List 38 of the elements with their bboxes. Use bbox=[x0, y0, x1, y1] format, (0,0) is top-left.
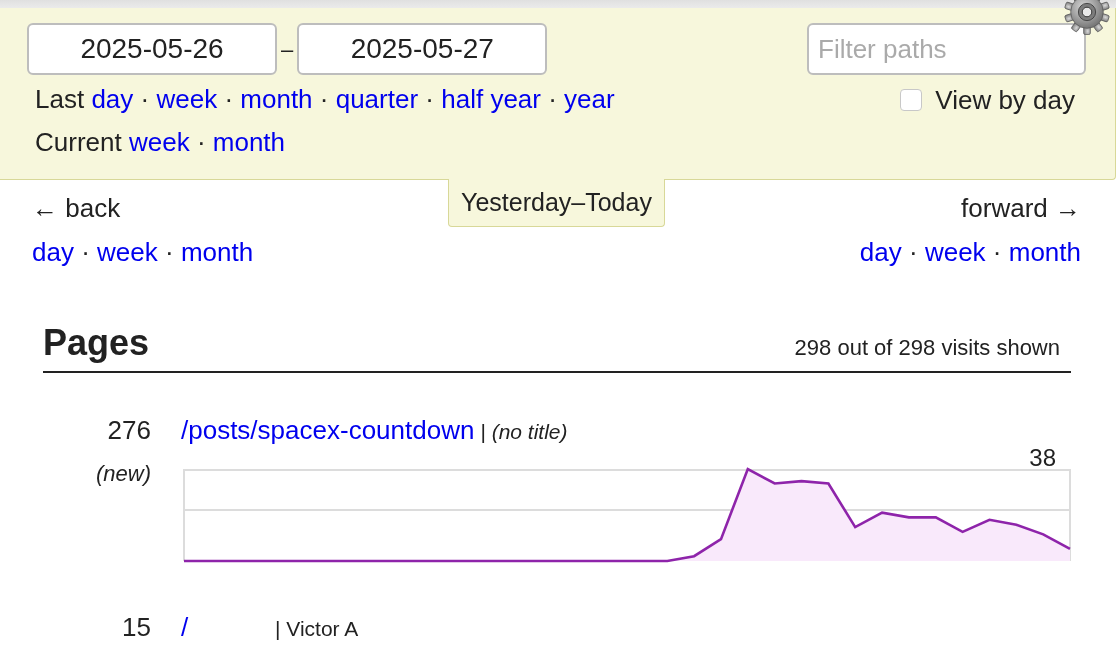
visit-count: 15 bbox=[122, 612, 151, 642]
period-link[interactable]: week bbox=[924, 237, 986, 267]
start-date-field[interactable]: 2025-05-26 bbox=[27, 23, 277, 75]
period-link[interactable]: month bbox=[1008, 237, 1081, 267]
period-link[interactable]: day bbox=[91, 84, 134, 114]
section-title: Pages bbox=[43, 321, 150, 365]
period-link[interactable]: quarter bbox=[335, 84, 419, 114]
period-link[interactable]: month bbox=[212, 127, 286, 157]
end-date-field[interactable]: 2025-05-27 bbox=[297, 23, 548, 75]
current-period-label: Yesterday–Today bbox=[448, 179, 665, 227]
page-title: | (no title) bbox=[480, 419, 568, 445]
visit-count: 276 bbox=[107, 415, 151, 445]
visits-summary: 298 out of 298 visits shown bbox=[794, 334, 1061, 362]
period-link[interactable]: week bbox=[128, 127, 190, 157]
current-period-line: Current week · month bbox=[35, 126, 286, 159]
forward-period-line: day · week · month bbox=[859, 236, 1081, 269]
last-period-line: Last day · week · month · quarter · half year · year bbox=[35, 83, 615, 116]
page-path-link[interactable]: /posts/spacex-countdown bbox=[181, 415, 475, 445]
filter-field[interactable]: Filter paths bbox=[807, 23, 1086, 75]
period-link[interactable]: year bbox=[564, 84, 615, 114]
period-link[interactable]: month bbox=[180, 237, 254, 267]
period-link[interactable]: week bbox=[156, 84, 218, 114]
back-period-line: day · week · month bbox=[32, 236, 254, 269]
settings-icon[interactable] bbox=[1064, 0, 1110, 35]
date-separator: – bbox=[281, 35, 294, 64]
period-link[interactable]: day bbox=[32, 237, 74, 267]
max-value-label: 38 bbox=[1029, 447, 1056, 469]
checkbox[interactable] bbox=[900, 88, 923, 111]
back-label: ← back bbox=[32, 192, 121, 225]
new-note: (new) bbox=[96, 460, 151, 488]
forward-label: forward → bbox=[961, 192, 1081, 225]
page-title: | Victor A bbox=[275, 616, 359, 642]
period-link[interactable]: month bbox=[240, 84, 313, 114]
period-link[interactable]: day bbox=[859, 237, 902, 267]
checkbox-label[interactable]: View by day bbox=[935, 84, 1075, 115]
page-path-link[interactable]: / bbox=[181, 612, 269, 642]
period-link[interactable]: week bbox=[97, 237, 158, 267]
period-link[interactable]: half year bbox=[441, 84, 541, 114]
